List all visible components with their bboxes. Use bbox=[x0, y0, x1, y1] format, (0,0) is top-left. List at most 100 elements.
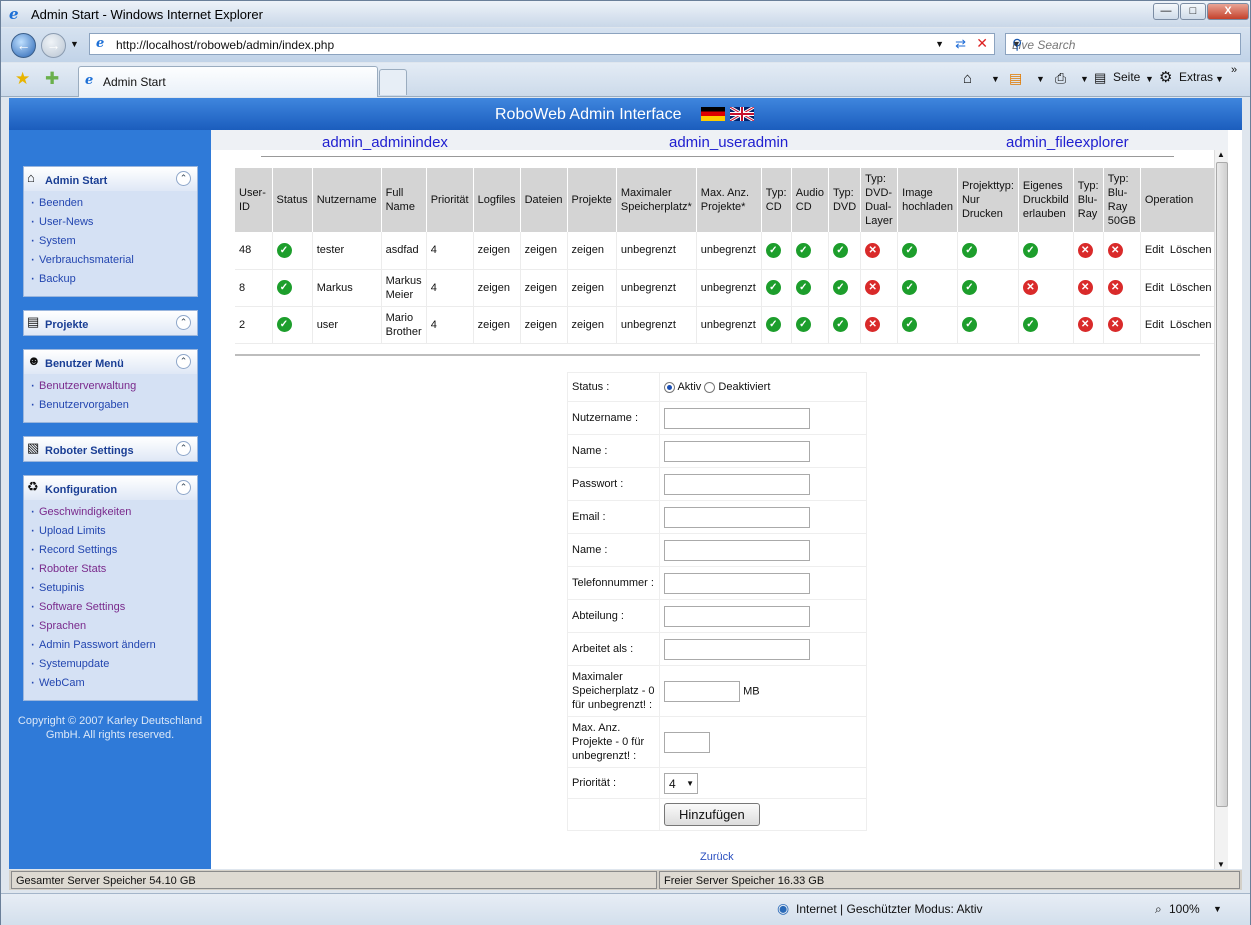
sidebar-item-sprachen[interactable]: Sprachen bbox=[24, 617, 197, 639]
cross-icon[interactable]: ✕ bbox=[1107, 280, 1123, 295]
delete-link[interactable]: Löschen bbox=[1170, 319, 1212, 331]
scroll-down-icon[interactable]: ▼ bbox=[1217, 860, 1225, 869]
tab-admin-start[interactable]: e Admin Start bbox=[78, 66, 378, 97]
menu-title[interactable]: Roboter Settings bbox=[45, 445, 134, 457]
collapse-icon[interactable]: ⌃ bbox=[176, 480, 191, 495]
back-button[interactable]: ← bbox=[11, 33, 36, 58]
status-check-icon[interactable]: ✓ bbox=[276, 280, 292, 295]
maximize-button[interactable]: □ bbox=[1180, 3, 1206, 20]
cell-proj[interactable]: zeigen bbox=[567, 306, 617, 344]
check-icon[interactable]: ✓ bbox=[902, 242, 918, 258]
check-icon[interactable]: ✓ bbox=[765, 317, 781, 332]
check-icon[interactable]: ✓ bbox=[961, 242, 977, 258]
cell-log[interactable]: zeigen bbox=[473, 232, 521, 270]
check-icon[interactable]: ✓ bbox=[832, 242, 848, 258]
sidebar-item-verbrauchsmaterial[interactable]: Verbrauchsmaterial bbox=[24, 251, 197, 273]
passwort-input[interactable] bbox=[664, 473, 810, 495]
cell-dat[interactable]: zeigen bbox=[520, 306, 568, 344]
zone-status[interactable]: Internet | Geschützter Modus: Aktiv bbox=[796, 902, 983, 916]
extras-menu[interactable]: Extras bbox=[1179, 70, 1213, 84]
check-icon[interactable]: ✓ bbox=[795, 317, 811, 332]
vertical-scrollbar[interactable]: ▲ ▼ bbox=[1214, 150, 1228, 869]
name2-input[interactable] bbox=[664, 539, 810, 561]
check-icon[interactable]: ✓ bbox=[765, 242, 781, 258]
sidebar-item-software-settings[interactable]: Software Settings bbox=[24, 598, 197, 620]
check-icon[interactable]: ✓ bbox=[1022, 242, 1038, 258]
minimize-button[interactable]: — bbox=[1153, 3, 1179, 20]
sidebar-item-geschwindigkeiten[interactable]: Geschwindigkeiten bbox=[24, 503, 197, 525]
refresh-icon[interactable]: ⇄ bbox=[955, 36, 966, 52]
status-check-icon[interactable]: ✓ bbox=[276, 242, 292, 258]
hinzufuegen-button[interactable]: Hinzufügen bbox=[664, 803, 760, 826]
check-icon[interactable]: ✓ bbox=[961, 280, 977, 295]
check-icon[interactable]: ✓ bbox=[795, 280, 811, 295]
cell-dat[interactable]: zeigen bbox=[520, 269, 568, 307]
uk-flag-icon[interactable] bbox=[730, 107, 754, 121]
check-icon[interactable]: ✓ bbox=[765, 280, 781, 295]
cross-icon[interactable]: ✕ bbox=[1077, 242, 1093, 258]
scroll-up-icon[interactable]: ▲ bbox=[1217, 150, 1225, 159]
abteilung-input[interactable] bbox=[664, 605, 810, 627]
check-icon[interactable]: ✓ bbox=[961, 317, 977, 332]
collapse-icon[interactable]: ⌃ bbox=[176, 171, 191, 186]
menu-title[interactable]: Konfiguration bbox=[45, 484, 117, 496]
sidebar-item-system[interactable]: System bbox=[24, 232, 197, 254]
cross-icon[interactable]: ✕ bbox=[1022, 280, 1038, 295]
add-favorite-icon[interactable]: ✚ bbox=[45, 69, 59, 89]
sidebar-item-upload-limits[interactable]: Upload Limits bbox=[24, 522, 197, 544]
sidebar-item-systemupdate[interactable]: Systemupdate bbox=[24, 655, 197, 677]
menu-title[interactable]: Admin Start bbox=[45, 175, 107, 187]
zoom-icon[interactable]: ⌕ bbox=[1155, 902, 1162, 917]
collapse-icon[interactable]: ⌃ bbox=[176, 315, 191, 330]
arbeitet-als-input[interactable] bbox=[664, 638, 810, 660]
sidebar-item-webcam[interactable]: WebCam bbox=[24, 674, 197, 696]
delete-link[interactable]: Löschen bbox=[1170, 244, 1212, 256]
search-options-icon[interactable]: ▼ bbox=[1012, 39, 1234, 49]
menu-title[interactable]: Benutzer Menü bbox=[45, 358, 124, 370]
check-icon[interactable]: ✓ bbox=[1022, 317, 1038, 332]
gear-icon[interactable]: ⚙ bbox=[1159, 68, 1172, 86]
cell-dat[interactable]: zeigen bbox=[520, 232, 568, 270]
more-tools-icon[interactable]: » bbox=[1231, 64, 1237, 76]
cross-icon[interactable]: ✕ bbox=[865, 280, 881, 295]
sidebar-item-benutzerverwaltung[interactable]: Benutzerverwaltung bbox=[24, 377, 197, 399]
telefon-input[interactable] bbox=[664, 572, 810, 594]
maxproj-input[interactable] bbox=[664, 731, 710, 753]
sidebar-item-admin-passwort[interactable]: Admin Passwort ändern bbox=[24, 636, 197, 658]
name-input[interactable] bbox=[664, 440, 810, 462]
sidebar-item-roboter-stats[interactable]: Roboter Stats bbox=[24, 560, 197, 582]
priority-select[interactable]: 4 ▼ bbox=[664, 772, 698, 794]
feeds-icon[interactable]: ▤ bbox=[1009, 70, 1022, 87]
forward-button[interactable]: → bbox=[41, 33, 66, 58]
check-icon[interactable]: ✓ bbox=[795, 242, 811, 258]
cell-proj[interactable]: zeigen bbox=[567, 232, 617, 270]
german-flag-icon[interactable] bbox=[701, 107, 725, 121]
aktiv-radio[interactable] bbox=[664, 381, 675, 393]
cross-icon[interactable]: ✕ bbox=[1107, 317, 1123, 332]
scrollbar-thumb[interactable] bbox=[1216, 162, 1228, 807]
cross-icon[interactable]: ✕ bbox=[1107, 242, 1123, 258]
edit-link[interactable]: Edit bbox=[1145, 319, 1164, 331]
print-icon[interactable]: ⎙ bbox=[1055, 70, 1066, 87]
page-menu-icon[interactable]: ▤ bbox=[1094, 70, 1106, 86]
zoom-level[interactable]: 100% bbox=[1169, 902, 1200, 916]
sidebar-item-user-news[interactable]: User-News bbox=[24, 213, 197, 235]
address-bar[interactable]: e http://localhost/roboweb/admin/index.p… bbox=[89, 33, 995, 55]
search-box[interactable]: Live Search ⚲ ▼ bbox=[1005, 33, 1241, 55]
tab-useradmin[interactable]: admin_useradmin bbox=[669, 134, 788, 151]
sidebar-item-record-settings[interactable]: Record Settings bbox=[24, 541, 197, 563]
favorites-star-icon[interactable]: ★ bbox=[15, 69, 30, 89]
sidebar-item-benutzervorgaben[interactable]: Benutzervorgaben bbox=[24, 396, 197, 418]
zoom-dropdown-icon[interactable]: ▼ bbox=[1213, 904, 1222, 914]
status-check-icon[interactable]: ✓ bbox=[276, 317, 292, 332]
check-icon[interactable]: ✓ bbox=[832, 317, 848, 332]
seite-dropdown-icon[interactable]: ▼ bbox=[1145, 74, 1154, 84]
cross-icon[interactable]: ✕ bbox=[1077, 280, 1093, 295]
cell-log[interactable]: zeigen bbox=[473, 269, 521, 307]
cell-proj[interactable]: zeigen bbox=[567, 269, 617, 307]
menu-title[interactable]: Projekte bbox=[45, 319, 88, 331]
print-dropdown-icon[interactable]: ▼ bbox=[1080, 74, 1089, 84]
edit-link[interactable]: Edit bbox=[1145, 244, 1164, 256]
check-icon[interactable]: ✓ bbox=[902, 280, 918, 295]
collapse-icon[interactable]: ⌃ bbox=[176, 441, 191, 456]
